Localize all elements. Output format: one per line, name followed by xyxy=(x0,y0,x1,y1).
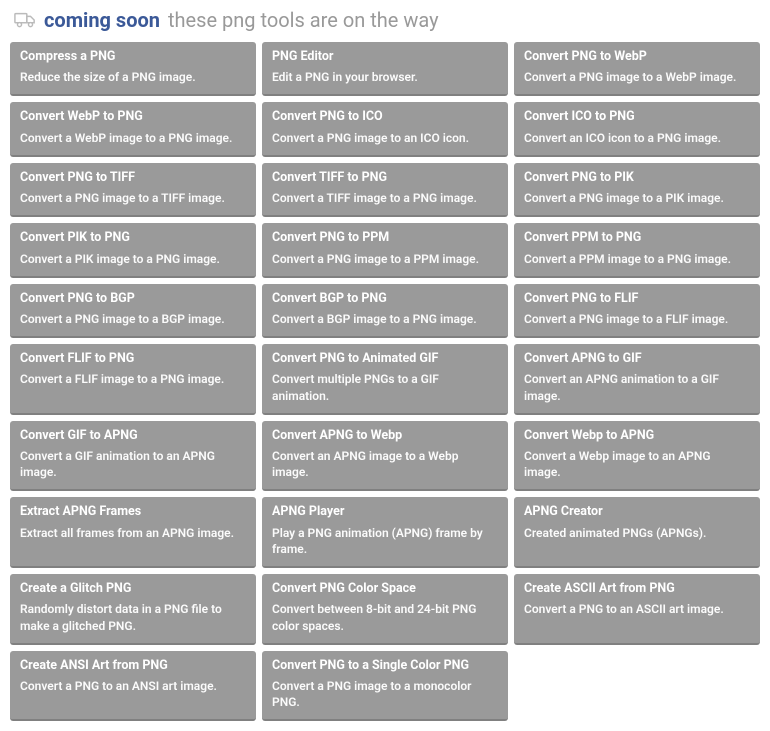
header-subtitle: these png tools are on the way xyxy=(168,8,439,32)
header-title: coming soon xyxy=(44,8,160,32)
tool-title: Create ASCII Art from PNG xyxy=(524,581,750,597)
tool-title: Convert PNG to ICO xyxy=(272,109,498,125)
tool-title: Create a Glitch PNG xyxy=(20,581,246,597)
tool-card[interactable]: Convert TIFF to PNG Convert a TIFF image … xyxy=(262,163,508,217)
tool-card[interactable]: Convert PNG to TIFF Convert a PNG image t… xyxy=(10,163,256,217)
tool-title: Convert GIF to APNG xyxy=(20,428,246,444)
tool-card[interactable]: Create ASCII Art from PNG Convert a PNG t… xyxy=(514,574,760,645)
tool-desc: Convert a PNG image to a PIK image. xyxy=(524,190,750,206)
tool-desc: Created animated PNGs (APNGs). xyxy=(524,525,750,541)
tool-title: Convert WebP to PNG xyxy=(20,109,246,125)
tool-card[interactable]: Convert PNG to PIK Convert a PNG image to… xyxy=(514,163,760,217)
tool-title: Convert PNG to PIK xyxy=(524,170,750,186)
tool-title: Convert BGP to PNG xyxy=(272,291,498,307)
tool-title: Convert PPM to PNG xyxy=(524,230,750,246)
tool-card[interactable]: Convert PNG to Animated GIF Convert multi… xyxy=(262,344,508,415)
tool-title: Create ANSI Art from PNG xyxy=(20,658,246,674)
tool-card[interactable]: Convert APNG to Webp Convert an APNG imag… xyxy=(262,421,508,492)
tool-card[interactable]: Convert PPM to PNG Convert a PPM image to… xyxy=(514,223,760,277)
tool-card[interactable]: Convert PNG to FLIF Convert a PNG image t… xyxy=(514,284,760,338)
tool-card[interactable]: Convert PNG to ICO Convert a PNG image to… xyxy=(262,102,508,156)
tool-card[interactable]: APNG Creator Created animated PNGs (APNGs… xyxy=(514,497,760,568)
header-text: coming soon these png tools are on the w… xyxy=(44,8,439,32)
tool-title: APNG Creator xyxy=(524,504,750,520)
tool-desc: Convert a PNG to an ANSI art image. xyxy=(20,678,246,694)
tool-title: Convert APNG to GIF xyxy=(524,351,750,367)
tool-card[interactable]: Convert PNG Color Space Convert between 8… xyxy=(262,574,508,645)
tool-card[interactable]: Convert PNG to a Single Color PNG Convert… xyxy=(262,651,508,722)
tool-desc: Convert a PIK image to a PNG image. xyxy=(20,251,246,267)
tools-grid: Compress a PNG Reduce the size of a PNG i… xyxy=(10,42,760,721)
tool-title: Convert ICO to PNG xyxy=(524,109,750,125)
tool-card[interactable]: Convert Webp to APNG Convert a Webp image… xyxy=(514,421,760,492)
tool-card[interactable]: Create ANSI Art from PNG Convert a PNG to… xyxy=(10,651,256,722)
tool-title: Convert PNG to FLIF xyxy=(524,291,750,307)
tool-title: PNG Editor xyxy=(272,49,498,65)
tool-desc: Convert a BGP image to a PNG image. xyxy=(272,311,498,327)
tool-card[interactable]: Convert GIF to APNG Convert a GIF animati… xyxy=(10,421,256,492)
tool-title: Extract APNG Frames xyxy=(20,504,246,520)
section-header: coming soon these png tools are on the w… xyxy=(14,8,760,32)
tool-title: Convert TIFF to PNG xyxy=(272,170,498,186)
tool-desc: Play a PNG animation (APNG) frame by fra… xyxy=(272,525,498,557)
tool-title: Convert FLIF to PNG xyxy=(20,351,246,367)
tool-card[interactable]: Convert APNG to GIF Convert an APNG anima… xyxy=(514,344,760,415)
tool-card[interactable]: Extract APNG Frames Extract all frames fr… xyxy=(10,497,256,568)
tool-title: Convert Webp to APNG xyxy=(524,428,750,444)
tool-desc: Convert a GIF animation to an APNG image… xyxy=(20,448,246,480)
tool-desc: Convert a PNG image to a BGP image. xyxy=(20,311,246,327)
tool-desc: Reduce the size of a PNG image. xyxy=(20,69,246,85)
tool-card[interactable]: Create a Glitch PNG Randomly distort data… xyxy=(10,574,256,645)
tool-card[interactable]: Convert PNG to BGP Convert a PNG image to… xyxy=(10,284,256,338)
tool-title: Compress a PNG xyxy=(20,49,246,65)
tool-desc: Convert multiple PNGs to a GIF animation… xyxy=(272,371,498,403)
tool-card[interactable]: Convert PIK to PNG Convert a PIK image to… xyxy=(10,223,256,277)
tool-desc: Convert a PNG to an ASCII art image. xyxy=(524,601,750,617)
tool-card[interactable]: Convert FLIF to PNG Convert a FLIF image … xyxy=(10,344,256,415)
tool-title: Convert PNG to Animated GIF xyxy=(272,351,498,367)
tool-card[interactable]: PNG Editor Edit a PNG in your browser. xyxy=(262,42,508,96)
tool-title: Convert PNG to TIFF xyxy=(20,170,246,186)
page-container: coming soon these png tools are on the w… xyxy=(0,0,770,731)
tool-card[interactable]: Compress a PNG Reduce the size of a PNG i… xyxy=(10,42,256,96)
tool-title: Convert PNG Color Space xyxy=(272,581,498,597)
tool-card[interactable]: Convert ICO to PNG Convert an ICO icon to… xyxy=(514,102,760,156)
tool-card[interactable]: Convert WebP to PNG Convert a WebP image … xyxy=(10,102,256,156)
tool-desc: Convert a PNG image to a FLIF image. xyxy=(524,311,750,327)
tool-desc: Convert a PNG image to an ICO icon. xyxy=(272,130,498,146)
tool-desc: Edit a PNG in your browser. xyxy=(272,69,498,85)
tool-title: APNG Player xyxy=(272,504,498,520)
tool-desc: Convert between 8-bit and 24-bit PNG col… xyxy=(272,601,498,633)
tool-title: Convert APNG to Webp xyxy=(272,428,498,444)
tool-card[interactable]: Convert PNG to PPM Convert a PNG image to… xyxy=(262,223,508,277)
tool-desc: Convert a WebP image to a PNG image. xyxy=(20,130,246,146)
tool-desc: Convert a PNG image to a PPM image. xyxy=(272,251,498,267)
tool-desc: Convert a PNG image to a monocolor PNG. xyxy=(272,678,498,710)
tool-title: Convert PNG to PPM xyxy=(272,230,498,246)
tool-card[interactable]: Convert BGP to PNG Convert a BGP image to… xyxy=(262,284,508,338)
tool-title: Convert PNG to a Single Color PNG xyxy=(272,658,498,674)
tool-title: Convert PNG to BGP xyxy=(20,291,246,307)
tool-desc: Extract all frames from an APNG image. xyxy=(20,525,246,541)
tool-desc: Convert an APNG animation to a GIF image… xyxy=(524,371,750,403)
tool-desc: Convert an ICO icon to a PNG image. xyxy=(524,130,750,146)
tool-card[interactable]: Convert PNG to WebP Convert a PNG image t… xyxy=(514,42,760,96)
tool-desc: Convert a Webp image to an APNG image. xyxy=(524,448,750,480)
tool-desc: Randomly distort data in a PNG file to m… xyxy=(20,601,246,633)
tool-desc: Convert a PPM image to a PNG image. xyxy=(524,251,750,267)
tool-desc: Convert an APNG image to a Webp image. xyxy=(272,448,498,480)
tool-desc: Convert a PNG image to a WebP image. xyxy=(524,69,750,85)
tool-desc: Convert a PNG image to a TIFF image. xyxy=(20,190,246,206)
tool-title: Convert PNG to WebP xyxy=(524,49,750,65)
tool-desc: Convert a TIFF image to a PNG image. xyxy=(272,190,498,206)
truck-icon xyxy=(14,11,36,29)
tool-title: Convert PIK to PNG xyxy=(20,230,246,246)
tool-desc: Convert a FLIF image to a PNG image. xyxy=(20,371,246,387)
tool-card[interactable]: APNG Player Play a PNG animation (APNG) f… xyxy=(262,497,508,568)
